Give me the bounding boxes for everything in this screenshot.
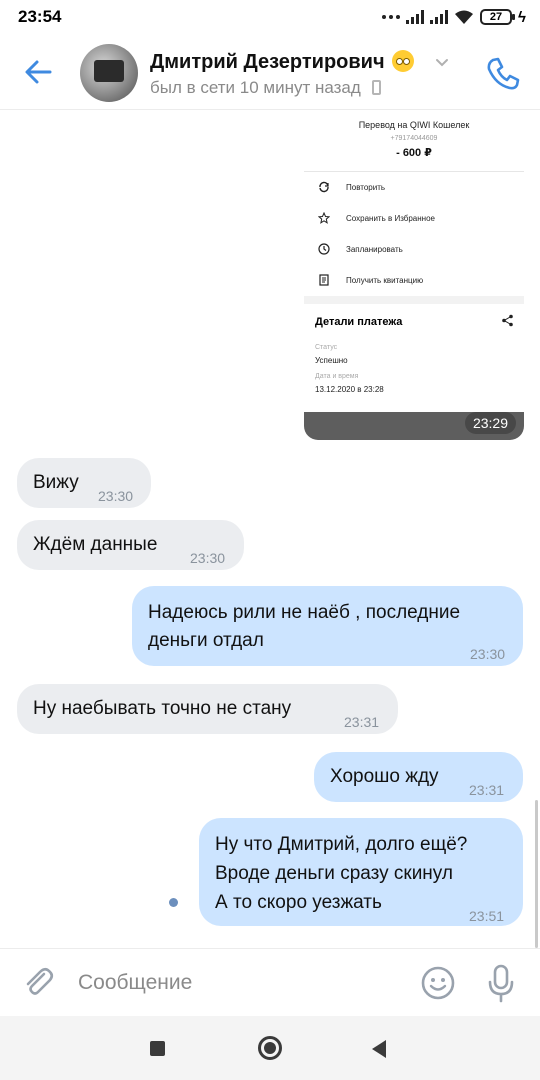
incoming-message[interactable]: Ждём данные 23:30 [17, 520, 244, 570]
scrollbar[interactable] [535, 800, 538, 948]
home-icon[interactable] [258, 1036, 282, 1060]
message-text: Ждём данные [33, 534, 158, 555]
action-label: Запланировать [346, 245, 403, 254]
recent-apps-icon[interactable] [150, 1041, 165, 1056]
outgoing-message[interactable]: Надеюсь рили не наёб , последние деньги … [132, 586, 523, 666]
incoming-message[interactable]: Вижу 23:30 [17, 458, 151, 508]
screenshot-attachment[interactable]: Перевод на QIWI Кошелек +79174044609 - 6… [304, 110, 524, 440]
last-seen-status: был в сети 10 минут назад [150, 78, 361, 97]
message-list[interactable]: Перевод на QIWI Кошелек +79174044609 - 6… [0, 110, 540, 948]
action-label: Получить квитанцию [346, 276, 424, 285]
message-composer [0, 948, 540, 1016]
star-icon [318, 212, 330, 224]
transfer-summary: Перевод на QIWI Кошелек +79174044609 - 6… [304, 110, 524, 172]
unread-indicator [169, 898, 178, 907]
flushed-emoji-icon [392, 50, 415, 72]
signal-2-icon [430, 10, 449, 24]
signal-1-icon [406, 10, 425, 24]
status-value: Успешно [315, 356, 348, 365]
message-time: 23:29 [464, 412, 516, 434]
mobile-icon [371, 80, 381, 95]
message-time: 23:31 [469, 782, 505, 798]
transfer-title: Перевод на QIWI Кошелек [358, 120, 470, 130]
last-seen-row: был в сети 10 минут назад [150, 78, 381, 98]
status-time: 23:54 [18, 7, 62, 26]
system-navigation-bar [0, 1016, 540, 1080]
message-text-line: Ну что Дмитрий, долго ещё? [215, 834, 468, 855]
datetime-value: 13.12.2020 в 23:28 [315, 385, 384, 394]
payment-details-header: Детали платежа [304, 304, 524, 336]
transfer-amount: - 600 ₽ [396, 147, 432, 159]
more-notifications-icon [382, 15, 401, 19]
emoji-smile-icon[interactable] [420, 965, 456, 1001]
chevron-down-icon[interactable] [434, 54, 450, 70]
message-text: Хорошо жду [330, 766, 439, 787]
charging-icon: ϟ [518, 8, 526, 26]
contact-name: Дмитрий Дезертирович [150, 51, 385, 73]
contact-avatar[interactable] [80, 44, 138, 102]
message-time: 23:51 [469, 908, 505, 924]
status-label: Статус [315, 344, 338, 351]
outgoing-message[interactable]: Ну что Дмитрий, долго ещё? Вроде деньги … [199, 818, 523, 926]
divider [304, 296, 524, 304]
message-time: 23:31 [344, 714, 380, 730]
status-icons: 27 ϟ [382, 8, 526, 26]
message-input[interactable] [78, 967, 398, 999]
message-text: Вижу [33, 472, 79, 493]
message-text-line: Надеюсь рили не наёб , последние [148, 602, 461, 623]
contact-name-row[interactable]: Дмитрий Дезертирович [150, 50, 415, 74]
outgoing-message[interactable]: Хорошо жду 23:31 [314, 752, 523, 802]
chat-header: Дмитрий Дезертирович был в сети 10 минут… [0, 34, 540, 110]
system-back-icon[interactable] [372, 1040, 386, 1058]
microphone-icon[interactable] [483, 963, 519, 1003]
action-schedule: Запланировать [304, 234, 524, 265]
action-repeat: Повторить [304, 172, 524, 203]
back-arrow-icon[interactable] [20, 54, 56, 90]
action-label: Сохранить в Избранное [346, 214, 435, 223]
message-text-line: А то скоро уезжать [215, 892, 382, 913]
receipt-icon [319, 274, 329, 286]
status-bar: 23:54 27 ϟ [0, 0, 540, 34]
message-text-line: деньги отдал [148, 630, 264, 651]
action-favorite: Сохранить в Избранное [304, 203, 524, 234]
datetime-label: Дата и время [315, 373, 359, 380]
repeat-icon [319, 181, 329, 193]
clock-icon [318, 243, 330, 255]
message-time: 23:30 [470, 646, 506, 662]
battery-icon: 27 [480, 9, 516, 25]
message-time: 23:30 [98, 488, 134, 504]
share-icon [502, 314, 513, 327]
transfer-phone: +79174044609 [390, 135, 438, 142]
payment-details-title: Детали платежа [315, 316, 403, 328]
message-text-line: Вроде деньги сразу скинул [215, 863, 453, 884]
incoming-message[interactable]: Ну наебывать точно не стану 23:31 [17, 684, 398, 734]
action-label: Повторить [346, 183, 386, 192]
message-time: 23:30 [190, 550, 226, 566]
wifi-icon [455, 10, 474, 24]
phone-call-icon[interactable] [484, 54, 522, 92]
message-text: Ну наебывать точно не стану [33, 698, 292, 719]
chat-screen: 23:54 27 ϟ Дмитрий Дезертирович был в се… [0, 0, 540, 1080]
action-receipt: Получить квитанцию [304, 265, 524, 296]
attach-icon[interactable] [20, 964, 56, 1000]
